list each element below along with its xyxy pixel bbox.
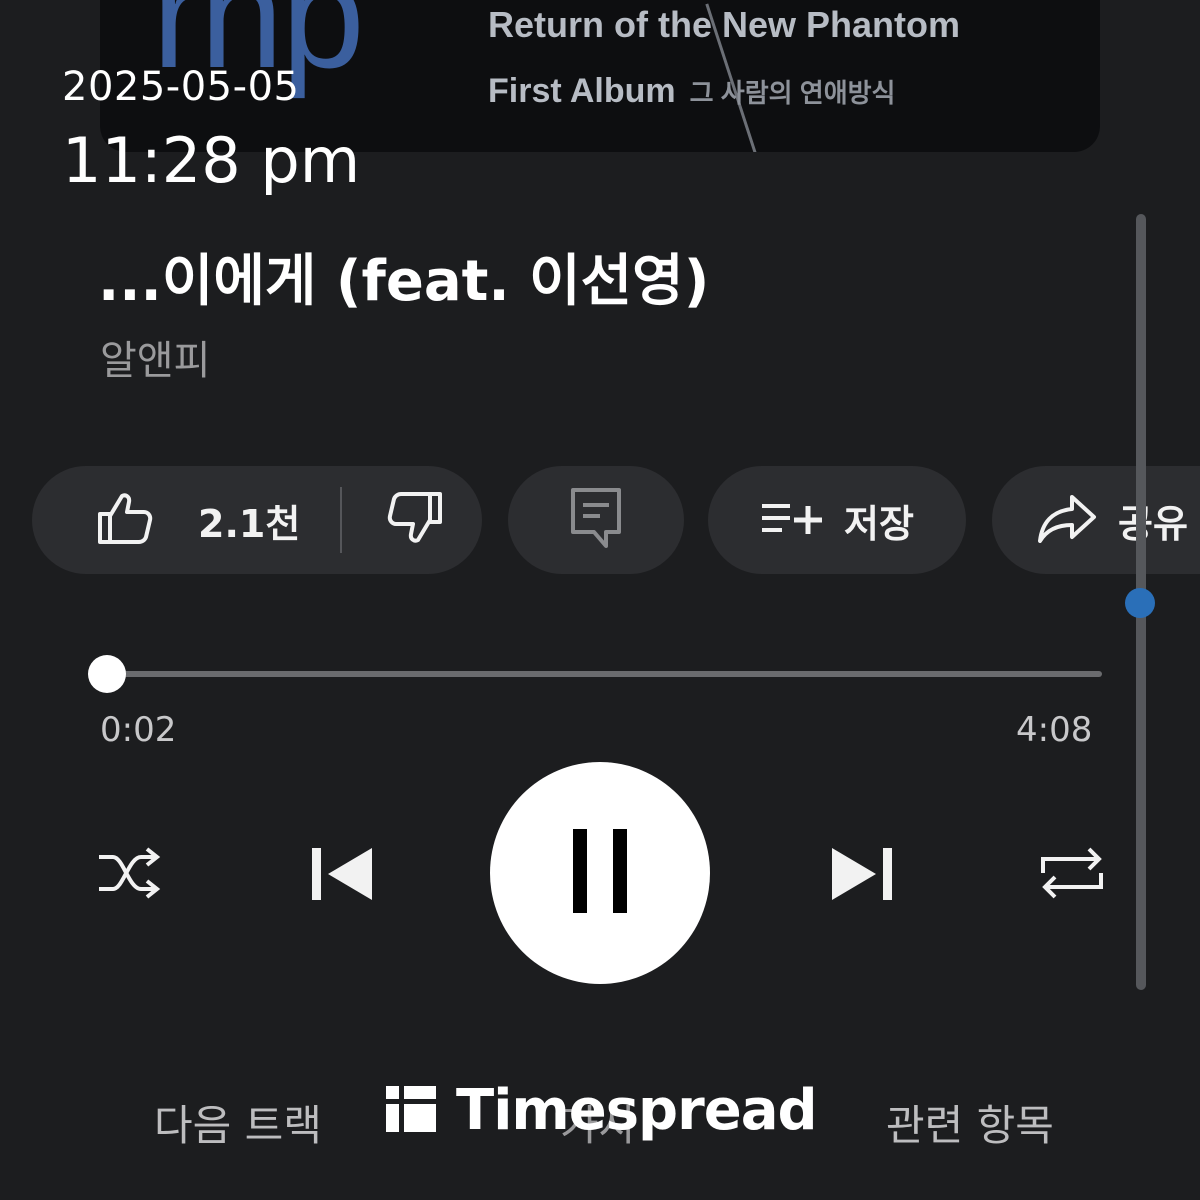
tab-next-track[interactable]: 다음 트랙	[154, 1092, 322, 1153]
watermark: Timespread	[386, 1078, 818, 1143]
comment-icon	[570, 487, 622, 553]
comment-button[interactable]	[508, 466, 684, 574]
album-edition: First Album 그 사람의 연애방식	[488, 72, 895, 111]
watermark-logo-icon	[386, 1084, 436, 1138]
tab-related[interactable]: 관련 항목	[886, 1092, 1054, 1153]
dislike-button[interactable]	[386, 466, 446, 574]
album-edition-label: First Album	[488, 72, 676, 110]
chip-divider	[340, 487, 343, 553]
watermark-text: Timespread	[456, 1078, 818, 1143]
like-dislike-chip: 2.1천	[32, 466, 482, 574]
skip-next-icon	[828, 844, 898, 908]
playlist-add-icon	[760, 498, 824, 542]
progress-bar[interactable]	[108, 671, 1102, 677]
repeat-icon	[1037, 843, 1107, 907]
progress-handle[interactable]	[88, 655, 126, 693]
save-label: 저장	[844, 501, 914, 546]
total-time: 4:08	[1016, 710, 1093, 750]
song-artist[interactable]: 알앤피	[100, 328, 210, 386]
next-button[interactable]	[818, 836, 908, 916]
timestamp-date: 2025-05-05	[62, 64, 300, 110]
song-title: ...이에게 (feat. 이선영)	[98, 249, 710, 314]
like-count: 2.1천	[198, 501, 301, 546]
pause-icon	[565, 827, 635, 919]
repeat-button[interactable]	[1032, 838, 1112, 912]
save-button[interactable]: 저장	[708, 466, 966, 574]
pause-button[interactable]	[490, 762, 710, 984]
shuffle-button[interactable]	[90, 840, 170, 910]
thumbs-down-icon	[386, 490, 446, 550]
like-button[interactable]: 2.1천	[94, 466, 300, 574]
music-player-screen: rnp Return of the New Phantom First Albu…	[0, 0, 1200, 1200]
thumbs-up-icon	[94, 490, 154, 550]
scrollbar-thumb[interactable]	[1125, 588, 1155, 618]
album-korean-title: 그 사람의 연애방식	[689, 78, 896, 108]
skip-previous-icon	[306, 844, 376, 908]
album-subtitle: Return of the New Phantom	[488, 4, 961, 45]
elapsed-time: 0:02	[100, 710, 177, 750]
timestamp-time: 11:28 pm	[62, 124, 361, 197]
share-arrow-icon	[1036, 493, 1098, 547]
share-button[interactable]: 공유	[992, 466, 1200, 574]
shuffle-icon	[95, 845, 165, 905]
previous-button[interactable]	[296, 836, 386, 916]
share-label: 공유	[1118, 501, 1188, 546]
